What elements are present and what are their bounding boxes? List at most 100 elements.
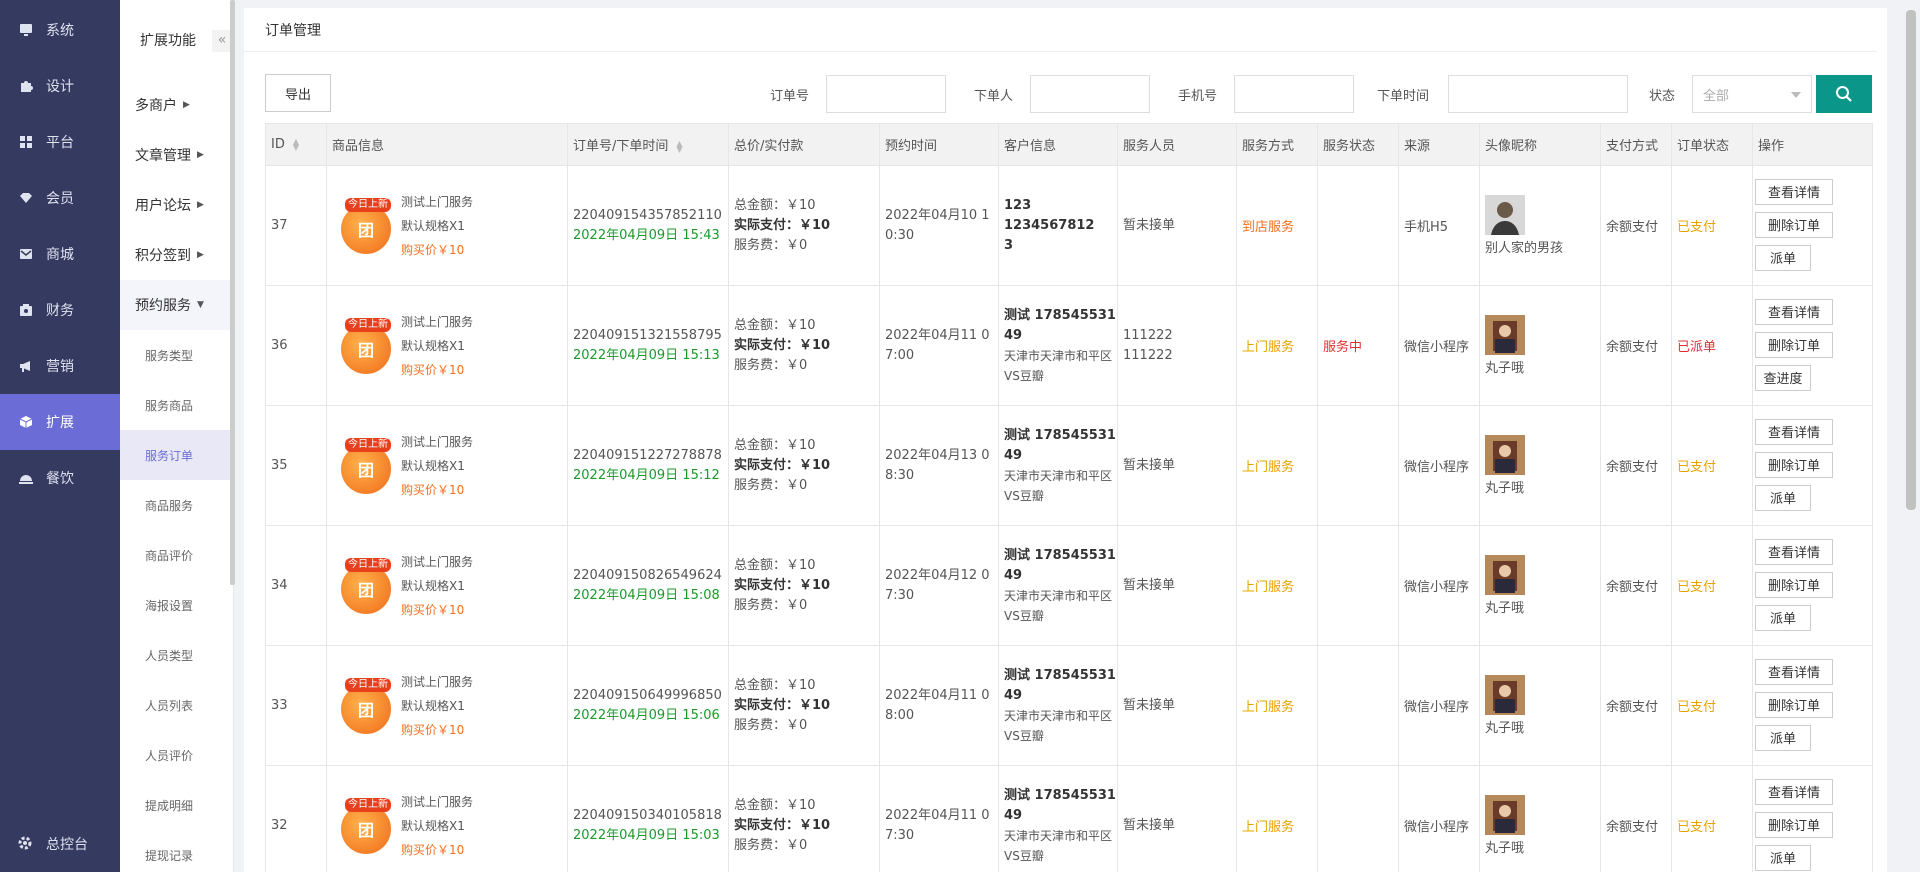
customer-address: 天津市天津市和平区 <box>1004 588 1113 603</box>
customer-line2: 49 <box>1004 807 1023 823</box>
orders-table: ID ▲ ▼ 商品信息 订单号/下单时间 ▲ ▼ 总价/实付款 预约时间 客户信息 服务… <box>265 123 1873 872</box>
status-select[interactable]: 全部 <box>1692 75 1812 113</box>
subnav-item[interactable]: 人员评价 <box>120 730 233 780</box>
cell-id: 33 <box>265 645 327 766</box>
customer-line1: 测试 178545531 <box>1004 667 1116 683</box>
cell-appointment: 2022年04月11 0 7:30 <box>879 765 999 872</box>
nav-item-mall[interactable]: 商城 <box>0 226 120 282</box>
nav-item-extension[interactable]: 扩展 <box>0 394 120 450</box>
delete-order-button[interactable]: 删除订单 <box>1755 691 1833 718</box>
phone-input[interactable] <box>1234 75 1354 113</box>
appointment-line2: 7:00 <box>885 347 915 363</box>
order-number: 220409151227278878 <box>573 447 722 463</box>
nav-label: 营销 <box>46 359 74 375</box>
nav-item-console[interactable]: 总控台 <box>0 816 120 872</box>
search-button[interactable] <box>1816 75 1872 113</box>
subnav-group-multi-merchant[interactable]: 多商户 ▶ <box>120 80 233 130</box>
nav-item-platform[interactable]: 平台 <box>0 114 120 170</box>
customer-address2: VS豆瓣 <box>1004 368 1044 383</box>
cell-price: 总金额：￥10 实际支付：￥10 服务费：￥0 <box>728 165 880 286</box>
cell-order-status: 已支付 <box>1671 165 1753 286</box>
view-detail-button[interactable]: 查看详情 <box>1755 658 1833 685</box>
order-time: 2022年04月09日 15:06 <box>573 707 720 723</box>
subnav-group-article[interactable]: 文章管理 ▶ <box>120 130 233 180</box>
subnav-group-booking[interactable]: 预约服务 ▼ <box>120 280 233 330</box>
view-detail-button[interactable]: 查看详情 <box>1755 778 1833 805</box>
cell-actions: 查看详情删除订单查进度 <box>1752 285 1873 406</box>
sort-icon[interactable]: ▲ ▼ <box>293 137 299 151</box>
cell-staff: 暂未接单 <box>1117 525 1237 646</box>
subnav-item[interactable]: 海报设置 <box>120 580 233 630</box>
product-image[interactable]: 团今日上新 <box>337 797 393 854</box>
dispatch-button[interactable]: 派单 <box>1755 844 1811 871</box>
subnav-item[interactable]: 服务类型 <box>120 330 233 380</box>
product-image[interactable]: 团今日上新 <box>337 557 393 614</box>
collapse-icon[interactable]: « <box>212 30 232 52</box>
subnav-item[interactable]: 提现记录 <box>120 830 233 872</box>
product-image[interactable]: 团今日上新 <box>337 677 393 734</box>
delete-order-button[interactable]: 删除订单 <box>1755 211 1833 238</box>
view-detail-button[interactable]: 查看详情 <box>1755 298 1833 325</box>
page-scrollbar[interactable] <box>1906 10 1916 510</box>
col-order-no[interactable]: 订单号/下单时间 ▲ ▼ <box>567 123 729 166</box>
nav-item-marketing[interactable]: 营销 <box>0 338 120 394</box>
product-image[interactable]: 团今日上新 <box>337 197 393 254</box>
staff-line1: 暂未接单 <box>1123 697 1176 713</box>
staff-line1: 暂未接单 <box>1123 817 1176 833</box>
subnav-group-points[interactable]: 积分签到 ▶ <box>120 230 233 280</box>
nav-item-catering[interactable]: 餐饮 <box>0 450 120 506</box>
page-title: 订单管理 <box>244 8 1877 52</box>
view-detail-button[interactable]: 查看详情 <box>1755 178 1833 205</box>
cell-order-status: 已支付 <box>1671 525 1753 646</box>
product-image[interactable]: 团今日上新 <box>337 437 393 494</box>
subnav-scrollbar[interactable] <box>230 0 235 585</box>
nav-item-system[interactable]: 系统 <box>0 2 120 58</box>
service-fee: 服务费：￥0 <box>734 837 808 853</box>
delete-order-button[interactable]: 删除订单 <box>1755 811 1833 838</box>
nav-label: 餐饮 <box>46 471 74 487</box>
new-badge: 今日上新 <box>345 557 391 572</box>
megaphone-icon <box>18 358 34 374</box>
dispatch-button[interactable]: 派单 <box>1755 484 1811 511</box>
order-time: 2022年04月09日 15:12 <box>573 467 720 483</box>
cell-product: 团今日上新 测试上门服务 默认规格X1 购买价￥10 <box>326 285 568 406</box>
subnav-item[interactable]: 提成明细 <box>120 780 233 830</box>
subnav-item[interactable]: 人员列表 <box>120 680 233 730</box>
cell-price: 总金额：￥10 实际支付：￥10 服务费：￥0 <box>728 405 880 526</box>
delete-order-button[interactable]: 删除订单 <box>1755 571 1833 598</box>
group-label: 多商户 <box>135 98 177 114</box>
subnav-item[interactable]: 商品服务 <box>120 480 233 530</box>
table-header-row: ID ▲ ▼ 商品信息 订单号/下单时间 ▲ ▼ 总价/实付款 预约时间 客户信息 服务… <box>265 123 1873 166</box>
export-button[interactable]: 导出 <box>265 74 331 112</box>
order-number: 220409154357852110 <box>573 207 722 223</box>
product-image[interactable]: 团今日上新 <box>337 317 393 374</box>
progress-button[interactable]: 查进度 <box>1755 364 1811 391</box>
subnav-item[interactable]: 服务商品 <box>120 380 233 430</box>
order-no-input[interactable] <box>826 75 946 113</box>
order-time-input[interactable] <box>1448 75 1628 113</box>
subnav-item[interactable]: 商品评价 <box>120 530 233 580</box>
dispatch-button[interactable]: 派单 <box>1755 244 1811 271</box>
subnav-item-active[interactable]: 服务订单 <box>120 430 233 480</box>
cell-appointment: 2022年04月10 1 0:30 <box>879 165 999 286</box>
sort-icon[interactable]: ▲ ▼ <box>676 139 682 153</box>
nav-item-finance[interactable]: 财务 <box>0 282 120 338</box>
subnav-item[interactable]: 人员类型 <box>120 630 233 680</box>
avatar-image <box>1485 435 1525 475</box>
group-label: 文章管理 <box>135 148 191 164</box>
cell-order-no: 220409151227278878 2022年04月09日 15:12 <box>567 405 729 526</box>
subnav-group-forum[interactable]: 用户论坛 ▶ <box>120 180 233 230</box>
phone-label: 手机号 <box>1178 89 1218 104</box>
nav-item-member[interactable]: 会员 <box>0 170 120 226</box>
product-info: 团今日上新 测试上门服务 默认规格X1 购买价￥10 <box>332 190 567 262</box>
delete-order-button[interactable]: 删除订单 <box>1755 331 1833 358</box>
dispatch-button[interactable]: 派单 <box>1755 724 1811 751</box>
view-detail-button[interactable]: 查看详情 <box>1755 418 1833 445</box>
col-id[interactable]: ID ▲ ▼ <box>265 123 327 166</box>
cell-order-status: 已支付 <box>1671 765 1753 872</box>
dispatch-button[interactable]: 派单 <box>1755 604 1811 631</box>
delete-order-button[interactable]: 删除订单 <box>1755 451 1833 478</box>
nav-item-design[interactable]: 设计 <box>0 58 120 114</box>
buyer-input[interactable] <box>1030 75 1150 113</box>
view-detail-button[interactable]: 查看详情 <box>1755 538 1833 565</box>
